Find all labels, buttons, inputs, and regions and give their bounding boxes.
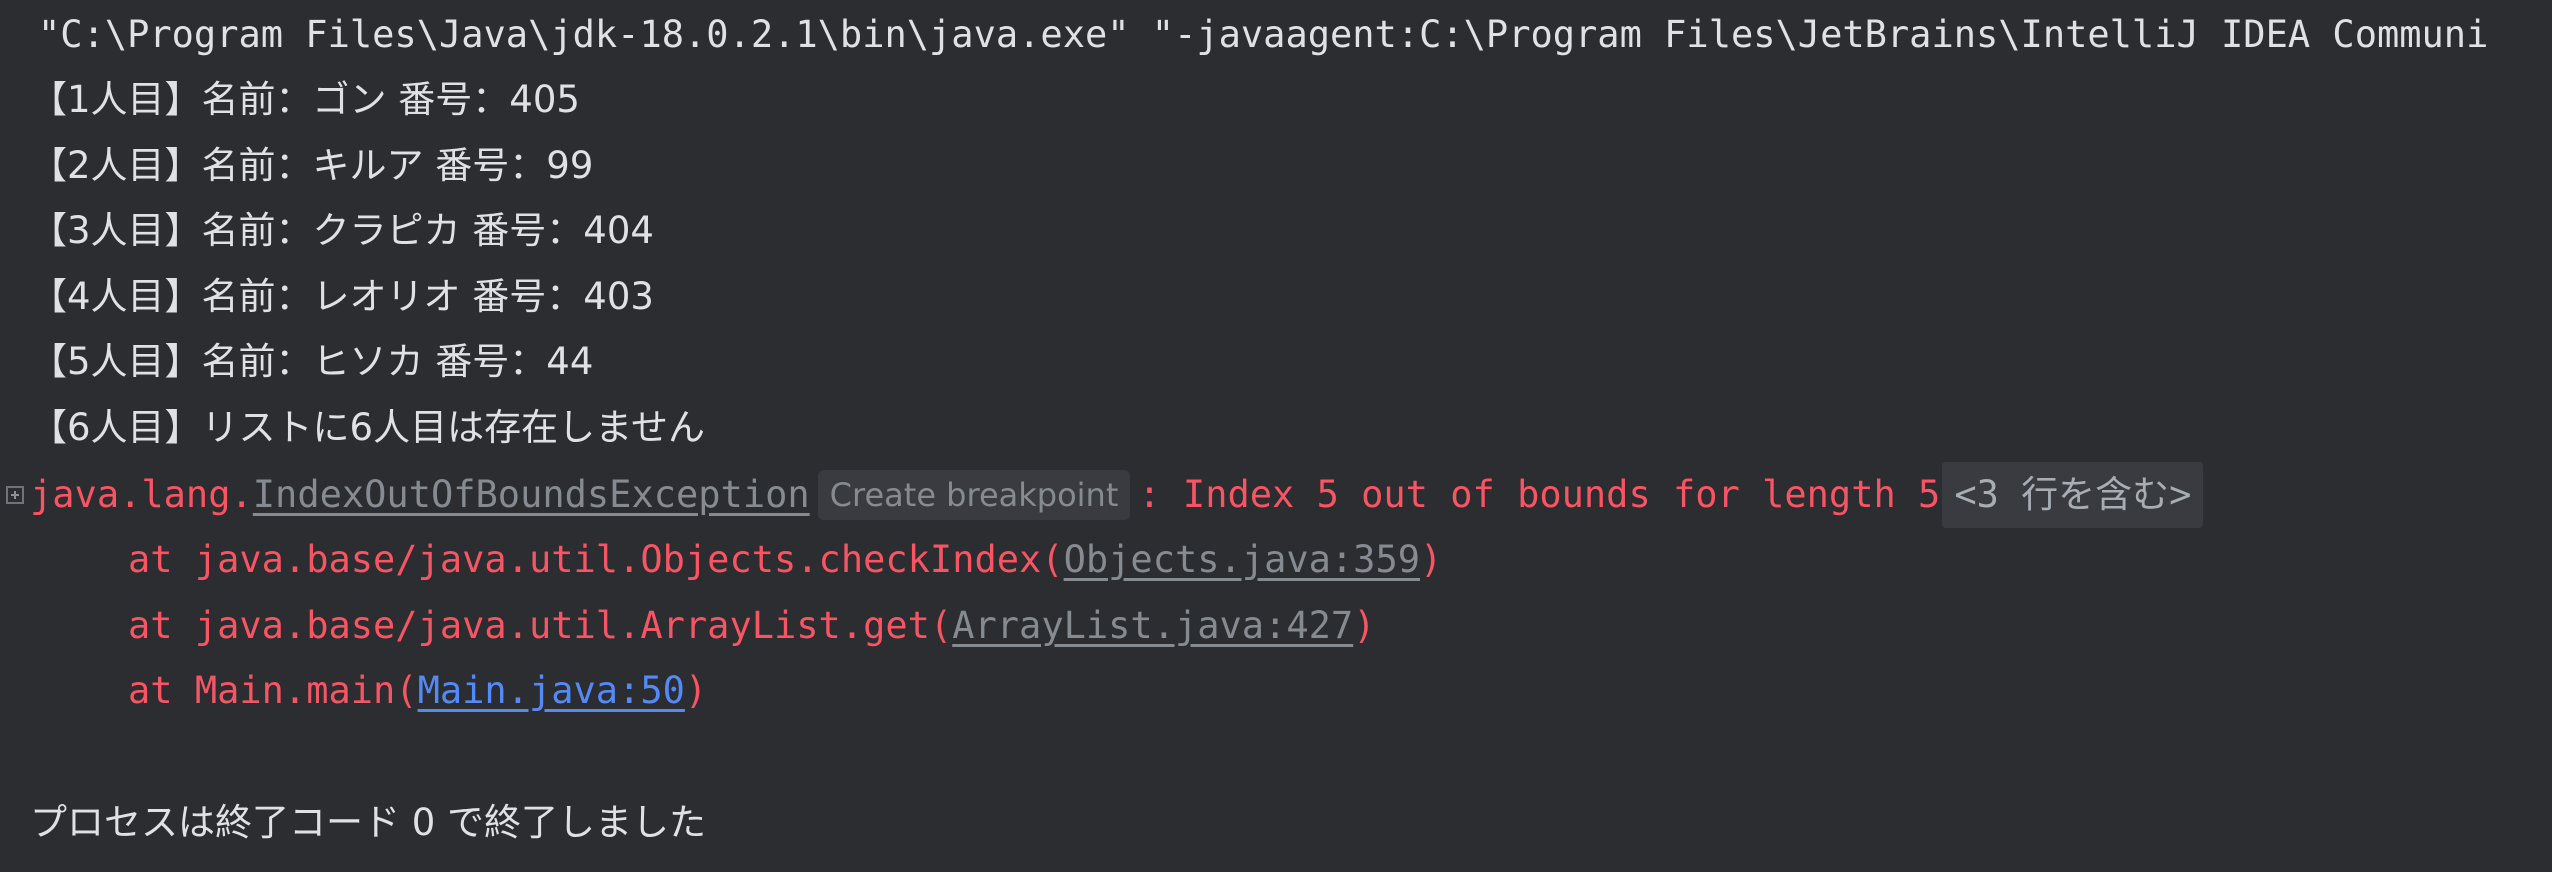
process-exit-message: プロセスは終了コード 0 で終了しました [30,801,707,844]
stack-frame-text: at java.base/java.util.ArrayList.get( [128,604,953,647]
stack-frame-close: ) [684,669,708,712]
stack-frame: at java.base/java.util.ArrayList.get(Arr… [128,593,1375,659]
stack-frame: at java.base/java.util.Objects.checkInde… [128,527,1442,593]
stack-frame-text: at java.base/java.util.Objects.checkInde… [128,538,1064,581]
create-breakpoint-button[interactable]: Create breakpoint [817,470,1131,520]
output-line-5: 【5人目】名前：ヒソカ 番号：44 [30,340,594,383]
stack-frame-text: at Main.main( [128,669,418,712]
exception-class-link[interactable]: IndexOutOfBoundsException [253,462,810,528]
output-line-6: 【6人目】リストに6人目は存在しません [30,406,705,449]
output-line-1: 【1人目】名前：ゴン 番号：405 [30,78,580,121]
exception-message: : Index 5 out of bounds for length 5 [1138,473,1941,516]
stack-frame-link-source[interactable]: Main.java:50 [418,669,685,712]
expand-fold-icon[interactable] [6,486,24,504]
stack-frame-link[interactable]: Objects.java:359 [1064,538,1420,581]
output-line-4: 【4人目】名前：レオリオ 番号：403 [30,275,654,318]
stack-frame-link[interactable]: ArrayList.java:427 [952,604,1353,647]
run-console: "C:\Program Files\Java\jdk-18.0.2.1\bin\… [0,0,2552,872]
stack-frame: at Main.main(Main.java:50) [128,658,707,724]
stack-frame-close: ) [1353,604,1376,647]
folded-lines-badge[interactable]: <3 行を含む> [1942,462,2204,528]
exception-package: java.lang. [30,473,253,516]
command-line: "C:\Program Files\Java\jdk-18.0.2.1\bin\… [38,13,2489,56]
stack-frame-close: ) [1420,538,1443,581]
exception-line: java.lang. IndexOutOfBoundsException Cre… [6,462,2204,528]
output-line-3: 【3人目】名前：クラピカ 番号：404 [30,209,654,252]
output-line-2: 【2人目】名前：キルア 番号：99 [30,144,594,187]
